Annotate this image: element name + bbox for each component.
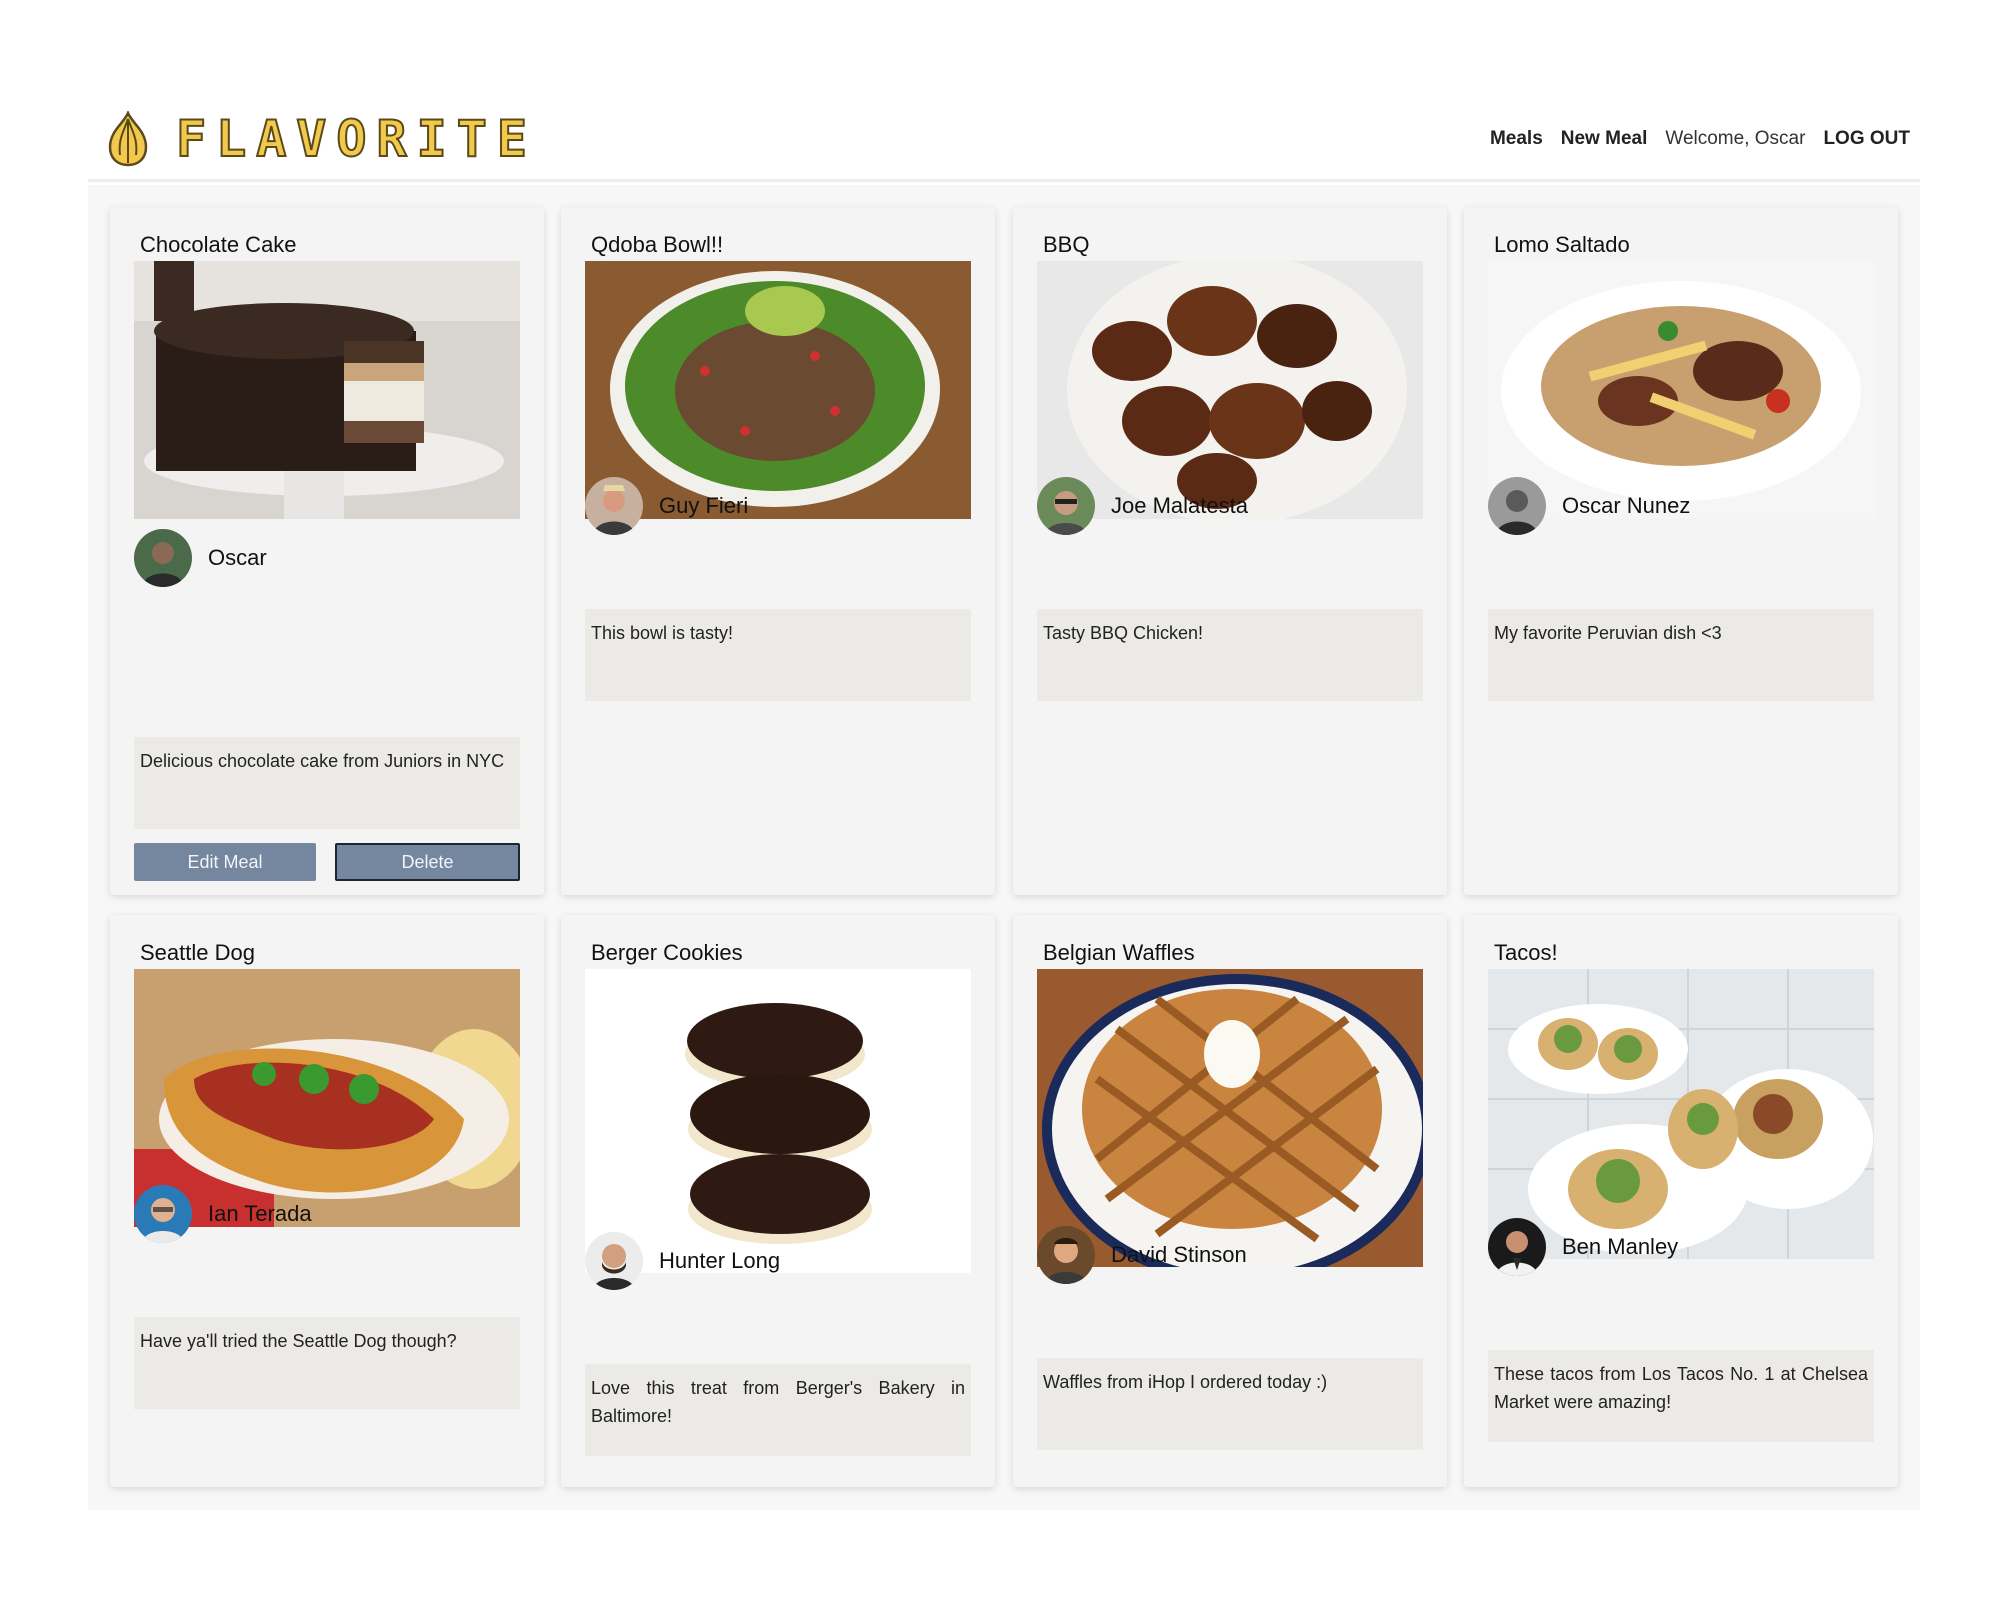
cookies-image[interactable] <box>585 969 971 1273</box>
meal-author: David Stinson <box>1037 1226 1247 1284</box>
meal-card[interactable]: BBQ Joe Malatesta Tasty BBQ Chicken! <box>1013 207 1447 895</box>
meal-description: Love this treat from Berger's Bakery in … <box>585 1364 971 1456</box>
meal-title: BBQ <box>1043 232 1090 257</box>
meal-description: Tasty BBQ Chicken! <box>1037 609 1423 701</box>
meal-card[interactable]: Lomo Saltado Oscar Nunez My favorite Per… <box>1464 207 1898 895</box>
meal-card[interactable]: Seattle Dog Ian Terada Have ya'll tried … <box>110 915 544 1487</box>
meal-card[interactable]: Berger Cookies Hunter Long Love this tre… <box>561 915 995 1487</box>
author-name: Oscar <box>208 545 267 570</box>
meal-author: Oscar <box>134 529 267 587</box>
avatar[interactable] <box>134 529 192 587</box>
meal-description: Delicious chocolate cake from Juniors in… <box>134 737 520 829</box>
meal-author: Ben Manley <box>1488 1218 1678 1276</box>
meal-title: Tacos! <box>1494 940 1558 965</box>
meal-title: Lomo Saltado <box>1494 232 1630 257</box>
app-name: FLAVORITE <box>175 109 537 169</box>
logo[interactable]: FLAVORITE <box>104 109 537 169</box>
meal-description: These tacos from Los Tacos No. 1 at Chel… <box>1488 1350 1874 1442</box>
nav-new-meal-link[interactable]: New Meal <box>1561 128 1648 150</box>
author-name: David Stinson <box>1111 1242 1247 1267</box>
meal-author: Guy Fieri <box>585 477 748 535</box>
logout-link[interactable]: LOG OUT <box>1823 128 1910 150</box>
tacos-image[interactable] <box>1488 969 1874 1259</box>
meal-author: Hunter Long <box>585 1232 780 1290</box>
welcome-text: Welcome, Oscar <box>1665 128 1806 149</box>
meal-description: Waffles from iHop I ordered today :) <box>1037 1358 1423 1450</box>
meal-card[interactable]: Qdoba Bowl!! Guy Fieri This bowl is tast… <box>561 207 995 895</box>
meal-title: Belgian Waffles <box>1043 940 1195 965</box>
meals-grid: Chocolate Cake Oscar Delicious chocolate… <box>88 185 1920 1510</box>
author-name: Guy Fieri <box>659 493 749 518</box>
avatar[interactable] <box>1037 1226 1095 1284</box>
avatar[interactable] <box>1488 477 1546 535</box>
meal-card[interactable]: Belgian Waffles David Stinson Waffles fr… <box>1013 915 1447 1487</box>
nav-meals-link[interactable]: Meals <box>1490 128 1543 150</box>
onion-logo-icon <box>108 111 148 167</box>
avatar[interactable] <box>1037 477 1095 535</box>
avatar[interactable] <box>585 1232 643 1290</box>
chocolate-cake-image[interactable] <box>134 261 520 519</box>
avatar[interactable] <box>585 477 643 535</box>
author-name: Ian Terada <box>208 1201 312 1226</box>
meal-description: My favorite Peruvian dish <3 <box>1488 609 1874 701</box>
site-header: FLAVORITE Meals New Meal Welcome, Oscar … <box>88 100 1920 182</box>
waffle-image[interactable] <box>1037 969 1423 1267</box>
meal-author: Joe Malatesta <box>1037 477 1248 535</box>
author-name: Hunter Long <box>659 1248 781 1273</box>
meal-title: Chocolate Cake <box>140 232 297 257</box>
meal-title: Seattle Dog <box>140 940 255 965</box>
author-name: Oscar Nunez <box>1562 493 1691 518</box>
avatar[interactable] <box>1488 1218 1546 1276</box>
meal-description: This bowl is tasty! <box>585 609 971 701</box>
meal-title: Berger Cookies <box>591 940 743 965</box>
avatar[interactable] <box>134 1185 192 1243</box>
meal-card[interactable]: Chocolate Cake Oscar Delicious chocolate… <box>110 207 544 895</box>
meal-author: Oscar Nunez <box>1488 477 1690 535</box>
delete-meal-button[interactable]: Delete <box>335 843 520 881</box>
top-nav: Meals New Meal Welcome, Oscar LOG OUT <box>1490 128 1910 150</box>
author-name: Ben Manley <box>1562 1234 1679 1259</box>
edit-meal-button[interactable]: Edit Meal <box>134 843 316 881</box>
author-name: Joe Malatesta <box>1111 493 1248 518</box>
meal-author: Ian Terada <box>134 1185 312 1243</box>
meal-card[interactable]: Tacos! Ben Manley These tacos from Los T… <box>1464 915 1898 1487</box>
meal-description: Have ya'll tried the Seattle Dog though? <box>134 1317 520 1409</box>
meal-title: Qdoba Bowl!! <box>591 232 724 257</box>
